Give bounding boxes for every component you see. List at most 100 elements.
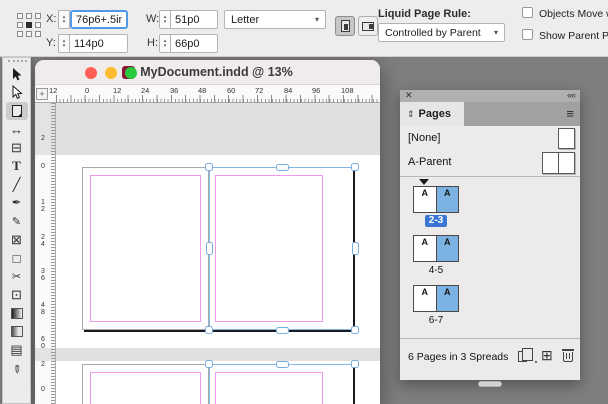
liquid-page-rule-select[interactable]: Controlled by Parent ▾ <box>378 23 505 42</box>
gradient-feather-tool[interactable] <box>6 322 28 340</box>
close-traffic-light[interactable] <box>85 67 97 79</box>
none-parent-thumbnail[interactable] <box>558 128 575 149</box>
spread-label-2-3[interactable]: 2-3 <box>413 215 459 227</box>
pages-panel: ✕ «« ⇕ Pages ≡ [None] A-Parent A A 2-3 A… <box>400 90 580 386</box>
stepper-down-icon[interactable]: ▾ <box>164 43 167 49</box>
window-titlebar[interactable]: Id MyDocument.indd @ 13% <box>35 60 380 85</box>
selection-handle-bottom-left[interactable] <box>205 326 213 334</box>
parent-page-none-label[interactable]: [None] <box>408 132 440 144</box>
proxy-dot[interactable] <box>17 31 23 37</box>
document-canvas[interactable] <box>56 103 380 404</box>
direct-selection-tool[interactable] <box>6 83 28 101</box>
proxy-dot[interactable] <box>35 31 41 37</box>
selection-handle-top-left[interactable] <box>205 360 213 368</box>
panel-menu-icon[interactable]: ≡ <box>566 106 574 121</box>
eyedropper-tool[interactable]: ✐ <box>6 359 28 377</box>
indesign-app: X: ▴ ▾ Y: ▴ ▾ W: ▴ ▾ H: ▴ ▾ Letter ▾ <box>0 0 608 404</box>
show-parent-overlay-checkbox[interactable] <box>522 29 533 40</box>
w-input[interactable] <box>171 10 218 29</box>
create-new-page-icon[interactable]: ⊞ <box>541 347 553 364</box>
selection-handle-top-middle[interactable] <box>275 360 289 368</box>
x-stepper[interactable]: ▴ ▾ <box>58 10 70 29</box>
spread-thumbnail-6-7[interactable]: A A <box>413 285 459 312</box>
scissors-tool[interactable]: ✂ <box>6 267 28 285</box>
pen-tool[interactable]: ✒ <box>6 194 28 212</box>
proxy-dot[interactable] <box>17 22 23 28</box>
toolbar-grip[interactable] <box>8 60 27 63</box>
selection-handle-bottom-right[interactable] <box>351 326 359 334</box>
note-tool[interactable]: ▤ <box>6 341 28 359</box>
tab-pages[interactable]: ⇕ Pages <box>400 102 464 126</box>
page-5-thumbnail-selected[interactable]: A <box>435 236 458 261</box>
a-parent-thumbnail-right[interactable] <box>558 152 575 174</box>
edit-page-size-icon[interactable] <box>518 348 537 363</box>
page-2-thumbnail[interactable]: A <box>414 187 436 212</box>
pencil-tool[interactable]: ✎ <box>6 212 28 230</box>
proxy-dot[interactable] <box>17 13 23 19</box>
type-icon: T <box>12 158 21 174</box>
panel-divider <box>400 176 580 177</box>
proxy-dot-center[interactable] <box>26 22 32 28</box>
selection-handle-bottom-middle[interactable] <box>275 326 289 334</box>
ruler-ticks <box>56 95 380 103</box>
h-input[interactable] <box>171 34 218 53</box>
panel-resize-grip[interactable] <box>479 382 501 386</box>
horizontal-ruler[interactable]: + 12 0 12 24 36 48 60 72 84 96 108 <box>35 85 380 103</box>
page-4-thumbnail[interactable]: A <box>414 236 436 261</box>
zoom-traffic-light[interactable] <box>125 67 137 79</box>
selection-handle-top-left[interactable] <box>205 163 213 171</box>
landscape-orientation-button[interactable] <box>358 16 378 36</box>
y-stepper[interactable]: ▴ ▾ <box>58 34 70 53</box>
stepper-down-icon[interactable]: ▾ <box>63 19 66 25</box>
spread-label-6-7[interactable]: 6-7 <box>413 315 459 326</box>
vertical-ruler[interactable]: 2 0 12 24 36 48 60 2 0 <box>35 103 56 404</box>
portrait-orientation-button[interactable] <box>335 16 355 36</box>
selection-handle-middle-right[interactable] <box>351 241 359 255</box>
proxy-dot[interactable] <box>26 13 32 19</box>
proxy-dot[interactable] <box>35 13 41 19</box>
ruler-number: 0 <box>41 163 45 170</box>
proxy-dot[interactable] <box>26 31 32 37</box>
page-3-thumbnail-selected[interactable]: A <box>435 187 458 212</box>
minimize-traffic-light[interactable] <box>105 67 117 79</box>
collapse-panel-icon[interactable]: «« <box>567 90 576 100</box>
page-size-select[interactable]: Letter ▾ <box>224 10 326 29</box>
x-input[interactable] <box>70 10 128 29</box>
content-collector-tool[interactable]: ⊟ <box>6 139 28 157</box>
y-input[interactable] <box>70 34 128 53</box>
proxy-dot[interactable] <box>35 22 41 28</box>
selected-page-edge <box>353 364 355 404</box>
line-icon: ╱ <box>12 176 21 192</box>
rectangle-tool[interactable]: □ <box>6 249 28 267</box>
objects-move-checkbox[interactable] <box>522 7 533 18</box>
page-6-thumbnail[interactable]: A <box>414 286 436 311</box>
horizontal-ruler-scale: 12 0 12 24 36 48 60 72 84 96 108 <box>47 85 380 103</box>
parent-page-a-label[interactable]: A-Parent <box>408 156 451 168</box>
selection-handle-top-middle[interactable] <box>275 163 289 171</box>
a-parent-thumbnail-left[interactable] <box>542 152 559 174</box>
selection-handle-top-right[interactable] <box>351 163 359 171</box>
gradient-swatch-tool[interactable] <box>6 304 28 322</box>
page-7-thumbnail-selected[interactable]: A <box>435 286 458 311</box>
note-icon: ▤ <box>10 342 23 358</box>
type-tool[interactable]: T <box>6 157 28 175</box>
gap-tool[interactable]: ↔ <box>6 120 28 138</box>
w-stepper[interactable]: ▴ ▾ <box>159 10 171 29</box>
selection-tool[interactable] <box>6 65 28 83</box>
delete-page-icon[interactable] <box>562 349 574 362</box>
selection-handle-middle-left[interactable] <box>205 241 213 255</box>
stepper-down-icon[interactable]: ▾ <box>164 19 167 25</box>
close-icon[interactable]: ✕ <box>405 90 413 101</box>
selection-handle-top-right[interactable] <box>351 360 359 368</box>
spread-label-4-5[interactable]: 4-5 <box>413 265 459 276</box>
line-tool[interactable]: ╱ <box>6 175 28 193</box>
reference-point-proxy[interactable] <box>17 13 43 39</box>
spread-thumbnail-2-3[interactable]: A A <box>413 186 459 213</box>
free-transform-tool[interactable]: ⊡ <box>6 286 28 304</box>
stepper-down-icon[interactable]: ▾ <box>63 43 66 49</box>
pages-panel-tabbar: ⇕ Pages ≡ <box>400 102 580 126</box>
h-stepper[interactable]: ▴ ▾ <box>159 34 171 53</box>
rectangle-frame-tool[interactable]: ⊠ <box>6 231 28 249</box>
page-tool[interactable] <box>5 101 28 121</box>
spread-thumbnail-4-5[interactable]: A A <box>413 235 459 262</box>
